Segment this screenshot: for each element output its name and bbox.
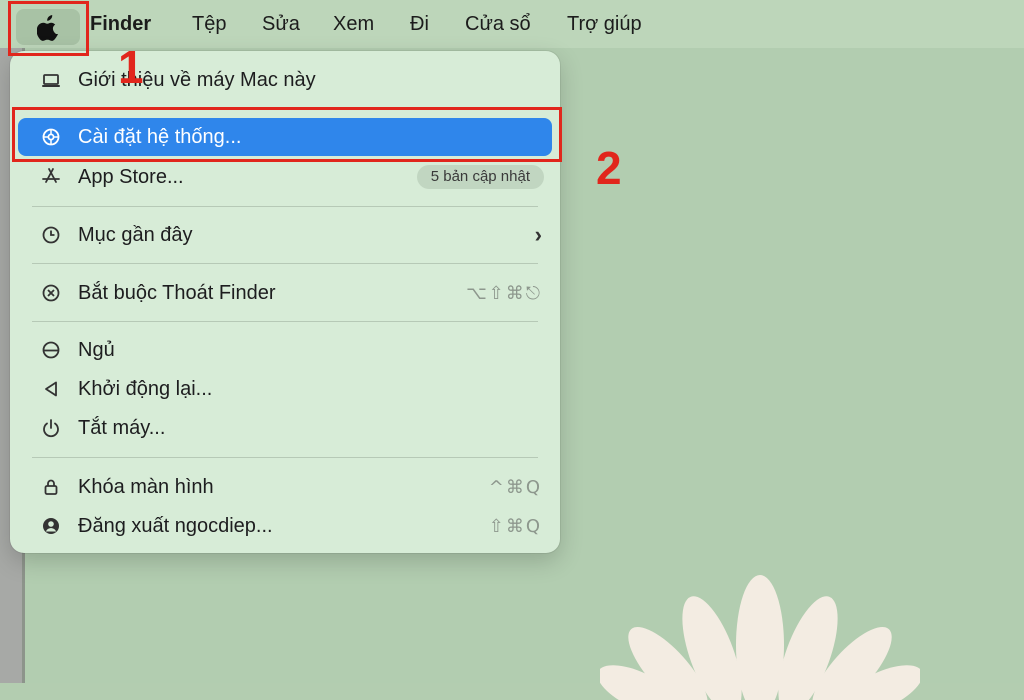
menu-bar: Finder Tệp Sửa Xem Đi Cửa sổ Trợ giúp — [0, 0, 1024, 48]
menu-help[interactable]: Trợ giúp — [567, 11, 642, 37]
shortcut-text: ^⌘Q — [488, 476, 542, 498]
menu-item-label: Giới thiệu về máy Mac này — [78, 69, 316, 91]
menu-divider — [32, 321, 538, 322]
menu-file[interactable]: Tệp — [192, 11, 226, 37]
menu-window[interactable]: Cửa sổ — [465, 11, 531, 37]
force-quit-icon — [40, 282, 62, 304]
menu-item-log-out[interactable]: Đăng xuất ngocdiep... ⇧⌘Q — [18, 507, 552, 545]
step-number-1: 1 — [118, 41, 144, 93]
menu-edit[interactable]: Sửa — [262, 11, 300, 37]
user-icon — [40, 515, 62, 537]
apple-logo-icon — [36, 14, 58, 41]
gear-icon — [40, 126, 62, 148]
menu-item-sleep[interactable]: Ngủ — [18, 331, 552, 369]
restart-icon — [40, 378, 62, 400]
menu-view[interactable]: Xem — [333, 11, 374, 37]
updates-badge: 5 bản cập nhật — [416, 165, 544, 189]
menu-item-label: Đăng xuất ngocdiep... — [78, 515, 273, 537]
menu-item-force-quit[interactable]: Bắt buộc Thoát Finder ⌥⇧⌘⎋ — [18, 274, 552, 312]
shortcut-text: ⌥⇧⌘⎋ — [465, 282, 542, 304]
menu-item-label: Cài đặt hệ thống... — [78, 126, 242, 148]
step-number-2: 2 — [596, 142, 622, 194]
menu-go[interactable]: Đi — [410, 11, 429, 37]
menu-divider — [32, 263, 538, 264]
menu-item-shut-down[interactable]: Tắt máy... — [18, 409, 552, 447]
menu-divider — [32, 206, 538, 207]
clock-icon — [40, 224, 62, 246]
menu-item-label: App Store... — [78, 166, 184, 188]
menu-item-about[interactable]: Giới thiệu về máy Mac này — [18, 61, 552, 99]
menu-item-label: Khóa màn hình — [78, 476, 214, 498]
menu-item-label: Ngủ — [78, 339, 115, 361]
menu-item-label: Bắt buộc Thoát Finder — [78, 282, 276, 304]
menu-item-label: Khởi động lại... — [78, 378, 213, 400]
menu-item-lock-screen[interactable]: Khóa màn hình ^⌘Q — [18, 468, 552, 506]
menu-divider — [32, 457, 538, 458]
laptop-icon — [40, 69, 62, 91]
flower-wallpaper-decoration — [600, 575, 920, 700]
menu-item-app-store[interactable]: App Store... 5 bản cập nhật — [18, 158, 552, 196]
apple-menu-dropdown: Giới thiệu về máy Mac này Cài đặt hệ thố… — [10, 51, 560, 553]
menu-item-restart[interactable]: Khởi động lại... — [18, 370, 552, 408]
sleep-icon — [40, 339, 62, 361]
power-icon — [40, 417, 62, 439]
app-store-icon — [40, 166, 62, 188]
menu-item-recent-items[interactable]: Mục gần đây › — [18, 216, 552, 254]
menu-item-label: Tắt máy... — [78, 417, 166, 439]
apple-menu-button[interactable] — [8, 3, 87, 52]
menu-item-system-settings[interactable]: Cài đặt hệ thống... — [18, 118, 552, 156]
menu-finder[interactable]: Finder — [90, 11, 151, 37]
shortcut-text: ⇧⌘Q — [488, 515, 542, 537]
menu-item-label: Mục gần đây — [78, 224, 193, 246]
chevron-right-icon: › — [534, 222, 542, 247]
lock-icon — [40, 476, 62, 498]
